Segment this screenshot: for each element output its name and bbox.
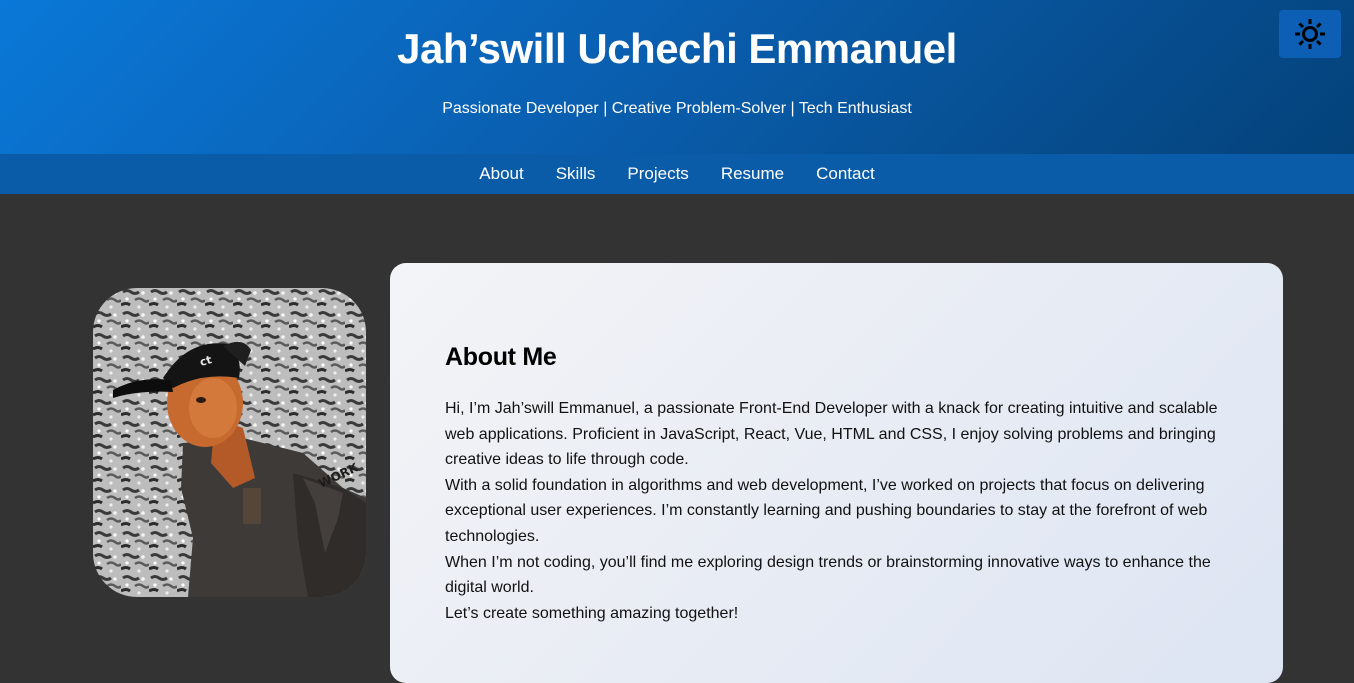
theme-toggle-button[interactable] bbox=[1279, 10, 1341, 58]
about-heading: About Me bbox=[445, 343, 557, 371]
site-title: Jah’swill Uchechi Emmanuel bbox=[397, 25, 957, 72]
about-card: About Me Hi, I’m Jah’swill Emmanuel, a p… bbox=[390, 263, 1283, 683]
main-nav: About Skills Projects Resume Contact bbox=[0, 154, 1354, 194]
nav-link-contact[interactable]: Contact bbox=[816, 164, 875, 184]
about-paragraph: When I’m not coding, you’ll find me expl… bbox=[445, 553, 1211, 597]
about-paragraph: Let’s create something amazing together! bbox=[445, 604, 739, 622]
sun-icon bbox=[1295, 19, 1325, 49]
nav-link-skills[interactable]: Skills bbox=[556, 164, 596, 184]
nav-link-about[interactable]: About bbox=[479, 164, 523, 184]
about-paragraph: With a solid foundation in algorithms an… bbox=[445, 476, 1208, 545]
site-header: Jah’swill Uchechi Emmanuel Passionate De… bbox=[0, 0, 1354, 154]
nav-link-resume[interactable]: Resume bbox=[721, 164, 784, 184]
about-text: Hi, I’m Jah’swill Emmanuel, a passionate… bbox=[445, 396, 1235, 626]
nav-link-projects[interactable]: Projects bbox=[627, 164, 688, 184]
profile-photo: WORK ct bbox=[93, 288, 366, 597]
tagline: Passionate Developer | Creative Problem-… bbox=[442, 100, 912, 117]
about-paragraph: Hi, I’m Jah’swill Emmanuel, a passionate… bbox=[445, 400, 1218, 469]
